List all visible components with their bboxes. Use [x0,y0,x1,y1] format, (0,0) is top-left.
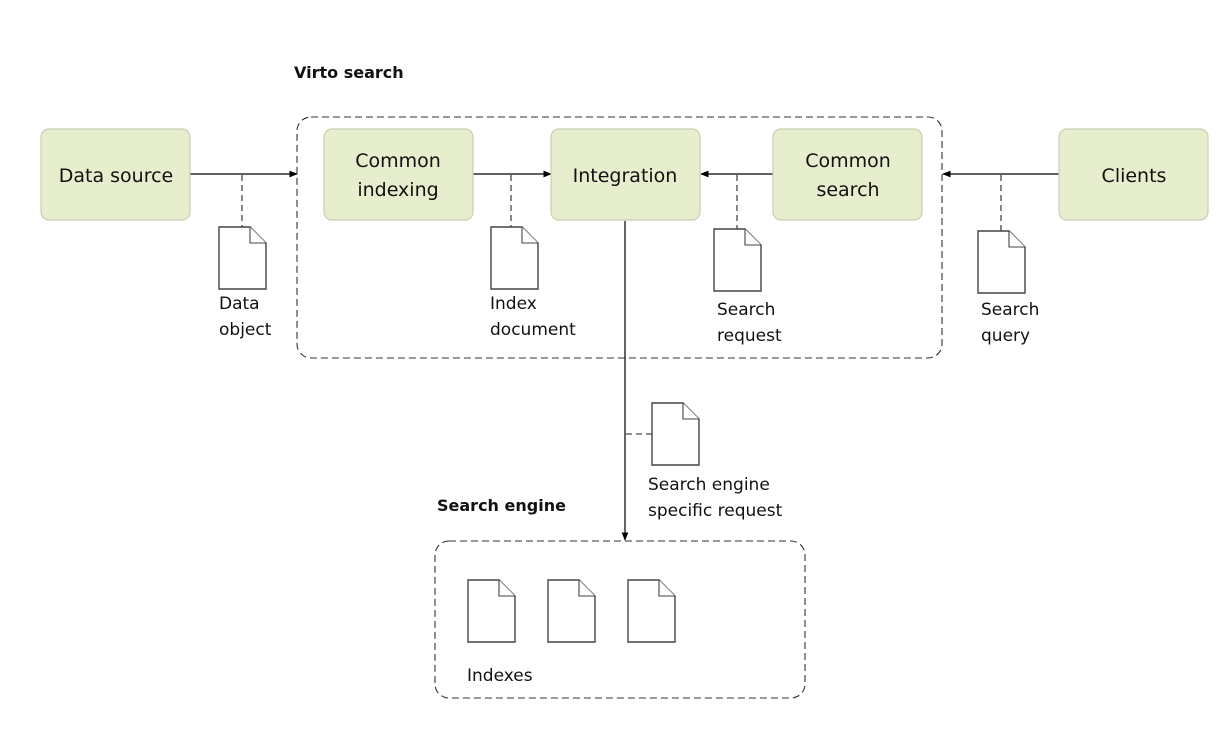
doc-engine-request-label-2: specific request [648,501,783,521]
doc-engine-request-label-1: Search engine [648,475,770,495]
doc-data-object-label-2: object [219,320,272,340]
index-document-icon [467,579,516,643]
node-common-indexing[interactable]: Common indexing [323,128,474,221]
node-clients-label: Clients [1102,165,1167,187]
doc-indexes-label: Indexes [467,666,533,686]
doc-search-query-label-2: query [981,326,1030,346]
doc-search-query-label-1: Search [981,300,1039,320]
search-engine-title: Search engine [437,496,566,515]
doc-indexes: Indexes [467,579,676,686]
document-icon [490,226,539,290]
index-document-icon [547,579,596,643]
doc-data-object: Data object [218,226,272,340]
document-icon [713,228,762,292]
doc-data-object-label-1: Data [219,294,260,314]
node-integration[interactable]: Integration [550,128,701,221]
document-icon [218,226,267,290]
virto-search-title: Virto search [294,63,404,82]
doc-search-request-label-2: request [717,326,782,346]
node-common-indexing-label-2: indexing [357,179,438,201]
document-icon [651,402,700,466]
doc-engine-request: Search engine specific request [648,402,783,521]
doc-search-request-label-1: Search [717,300,775,320]
index-document-icon [627,579,676,643]
node-clients[interactable]: Clients [1058,128,1209,221]
node-integration-label: Integration [573,165,678,187]
doc-index-document: Index document [490,226,576,340]
doc-search-query: Search query [977,230,1039,346]
node-common-indexing-label-1: Common [355,150,441,172]
node-common-search[interactable]: Common search [772,128,923,221]
doc-search-request: Search request [713,228,782,346]
doc-index-document-label-1: Index [490,294,537,314]
architecture-diagram: Virto search Search engine Data source C… [40,63,1209,699]
node-common-search-label-1: Common [805,150,891,172]
doc-index-document-label-2: document [490,320,576,340]
node-common-search-label-2: search [816,179,879,201]
node-data-source[interactable]: Data source [40,128,191,221]
node-data-source-label: Data source [59,165,174,187]
document-icon [977,230,1026,294]
